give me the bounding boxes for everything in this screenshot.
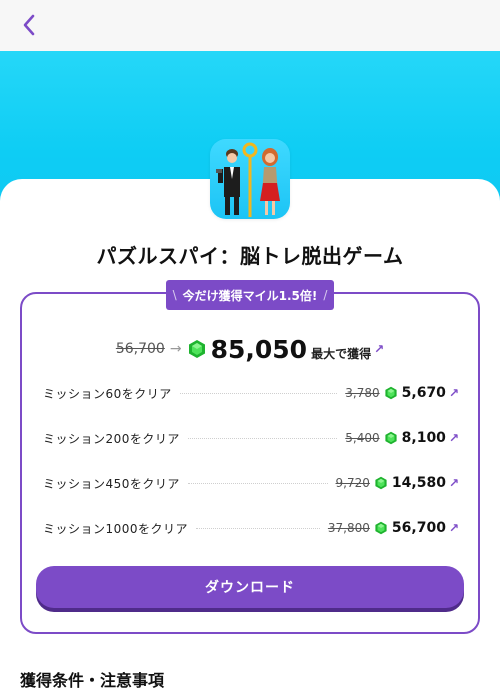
arrow-up-right-icon: ↗ [448, 386, 459, 400]
mission-row: ミッション60をクリア 3,780 5,670 ↗ [43, 382, 459, 404]
green-gem-icon [384, 431, 398, 445]
mission-label: ミッション450をクリア [43, 476, 180, 491]
app-icon [210, 139, 290, 219]
mission-row: ミッション1000をクリア 37,800 56,700 ↗ [43, 517, 459, 539]
mission-row: ミッション200をクリア 5,400 8,100 ↗ [43, 427, 459, 449]
mission-label: ミッション60をクリア [43, 386, 172, 401]
arrow-right-icon: → [169, 341, 182, 357]
back-button[interactable] [14, 10, 44, 40]
app-title: パズルスパイ：脳トレ脱出ゲーム [96, 244, 404, 268]
total-suffix: 最大で獲得 [311, 346, 372, 361]
spy-puzzle-illustration [216, 142, 280, 217]
green-gem-icon [374, 521, 388, 535]
promo-badge: \ 今だけ獲得マイル1.5倍! / [166, 280, 334, 310]
green-gem-icon [374, 476, 388, 490]
mission-label: ミッション1000をクリア [43, 521, 189, 536]
dotted-leader [196, 527, 320, 529]
total-reward-row: 56,700 → 85,050 最大で獲得 ↗ [0, 332, 500, 366]
arrow-up-right-icon: ↗ [448, 476, 459, 490]
dotted-leader [187, 437, 338, 439]
arrow-up-right-icon: ↗ [448, 431, 459, 445]
mission-new-reward: 8,100 [401, 430, 446, 446]
green-gem-icon [384, 386, 398, 400]
old-total: 56,700 [115, 341, 165, 357]
new-total: 85,050 [210, 334, 308, 364]
chevron-left-icon [23, 14, 35, 36]
badge-deco-left: \ [172, 288, 177, 302]
download-button[interactable]: ダウンロード [36, 566, 464, 608]
arrow-up-right-icon: ↗ [448, 521, 459, 535]
mission-old-reward: 9,720 [335, 476, 370, 490]
mission-new-reward: 5,670 [401, 385, 446, 401]
dotted-leader [179, 392, 338, 394]
mission-old-reward: 5,400 [345, 431, 380, 445]
mission-old-reward: 37,800 [327, 521, 370, 535]
top-bar [0, 0, 500, 51]
conditions-title: 獲得条件・注意事項 [20, 671, 165, 690]
mission-row: ミッション450をクリア 9,720 14,580 ↗ [43, 472, 459, 494]
promo-badge-label: 今だけ獲得マイル1.5倍! [182, 288, 318, 303]
green-gem-icon [188, 340, 205, 358]
mission-new-reward: 14,580 [391, 475, 446, 491]
mission-old-reward: 3,780 [345, 386, 380, 400]
mission-label: ミッション200をクリア [43, 431, 180, 446]
mission-new-reward: 56,700 [391, 520, 446, 536]
dotted-leader [187, 482, 328, 484]
arrow-up-right-icon: ↗ [374, 342, 385, 356]
badge-deco-right: / [323, 288, 328, 302]
